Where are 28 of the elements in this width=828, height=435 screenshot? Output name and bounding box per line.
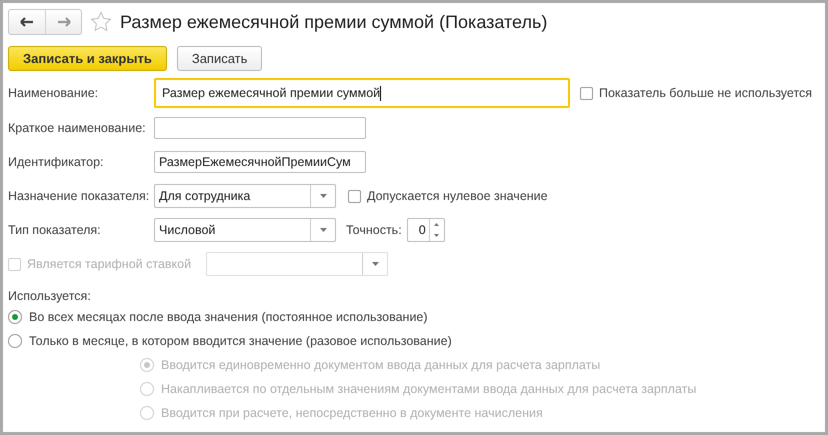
save-and-close-button[interactable]: Записать и закрыть xyxy=(8,46,167,71)
not-used-checkbox[interactable]: Показатель больше не используется xyxy=(580,86,812,100)
window-title: Размер ежемесячной премии суммой (Показатель) xyxy=(120,12,548,32)
allow-zero-checkbox[interactable]: Допускается нулевое значение xyxy=(348,189,548,203)
field-label: Точность: xyxy=(346,223,402,237)
dropdown-caret-icon xyxy=(320,228,326,232)
radio-option[interactable]: Во всех месяцах после ввода значения (постоянное использование) xyxy=(8,306,428,328)
right-arrow-icon xyxy=(56,17,70,27)
purpose-dropdown[interactable]: Для сотрудника xyxy=(154,184,336,208)
field-label: Наименование: xyxy=(8,86,100,100)
save-button[interactable]: Записать xyxy=(176,46,262,71)
precision-spinner[interactable]: 0 xyxy=(406,218,445,242)
field-label: Краткое наименование: xyxy=(8,121,147,135)
identifier-field[interactable]: РазмерЕжемесячнойПремииСум xyxy=(154,151,366,173)
star-icon[interactable] xyxy=(90,11,112,33)
name-field[interactable]: Размер ежемесячной премии суммой xyxy=(154,78,570,108)
field-label: Идентификатор: xyxy=(8,155,104,169)
short-name-field[interactable] xyxy=(154,117,366,139)
dropdown-caret-icon xyxy=(320,194,326,198)
radio-circle[interactable] xyxy=(8,310,22,324)
dropdown-caret-icon xyxy=(372,262,379,266)
radio-option[interactable]: Только в месяце, в котором вводится значение (разовое использование) xyxy=(8,330,452,352)
group-label: Используется: xyxy=(8,289,92,303)
left-arrow-icon xyxy=(20,17,34,27)
radio-circle[interactable] xyxy=(8,334,22,348)
field-label: Назначение показателя: xyxy=(8,189,150,203)
field-label: Тип показателя: xyxy=(8,223,102,237)
type-dropdown[interactable]: Числовой xyxy=(154,218,336,242)
